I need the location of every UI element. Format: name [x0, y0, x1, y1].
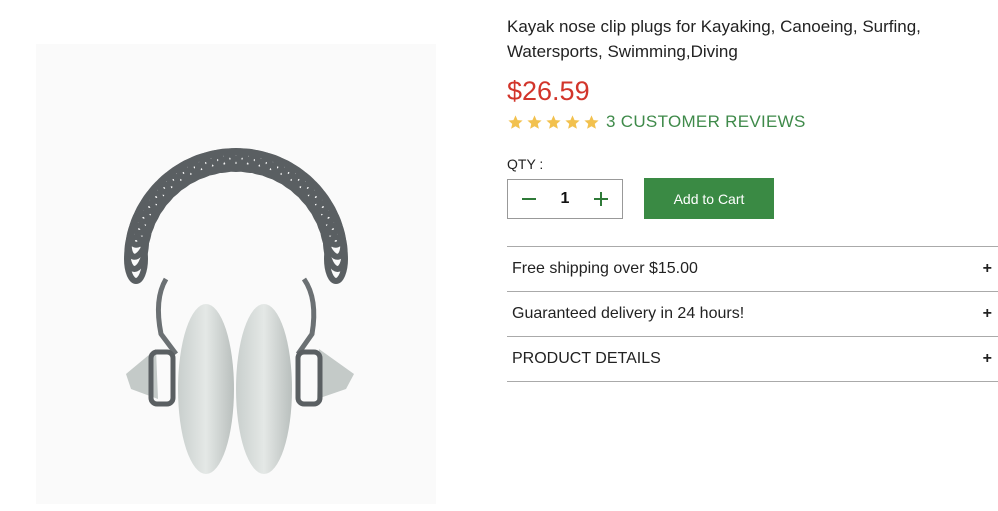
accordion-item-product-details[interactable]: PRODUCT DETAILS +	[507, 337, 998, 382]
accordion-label: Free shipping over $15.00	[512, 260, 698, 277]
expand-plus-icon[interactable]: +	[983, 350, 992, 368]
star-icon	[565, 114, 580, 129]
accordion-label: PRODUCT DETAILS	[512, 350, 661, 367]
quantity-stepper: 1	[507, 178, 623, 219]
plus-icon[interactable]	[590, 188, 612, 210]
star-icon	[584, 114, 599, 129]
qty-label: QTY :	[507, 156, 544, 172]
info-accordion: Free shipping over $15.00 + Guaranteed d…	[507, 246, 998, 382]
quantity-value[interactable]: 1	[550, 190, 580, 208]
minus-icon[interactable]	[518, 188, 540, 210]
star-rating	[507, 114, 600, 131]
star-icon	[527, 114, 542, 129]
accordion-label: Guaranteed delivery in 24 hours!	[512, 305, 745, 322]
customer-reviews-link[interactable]: 3 CUSTOMER REVIEWS	[606, 112, 806, 132]
nose-clip-image	[124, 148, 354, 474]
product-image	[36, 44, 436, 504]
product-info: Kayak nose clip plugs for Kayaking, Cano…	[507, 14, 998, 382]
star-icon	[508, 114, 523, 129]
expand-plus-icon[interactable]: +	[983, 260, 992, 278]
star-icon	[546, 114, 561, 129]
accordion-item-delivery[interactable]: Guaranteed delivery in 24 hours! +	[507, 292, 998, 337]
product-price: $26.59	[507, 76, 590, 106]
product-title: Kayak nose clip plugs for Kayaking, Cano…	[507, 17, 921, 61]
add-to-cart-button[interactable]: Add to Cart	[644, 178, 774, 219]
purchase-row: 1 Add to Cart	[507, 178, 998, 219]
accordion-item-shipping[interactable]: Free shipping over $15.00 +	[507, 247, 998, 292]
rating-row: 3 CUSTOMER REVIEWS	[507, 110, 998, 134]
expand-plus-icon[interactable]: +	[983, 305, 992, 323]
